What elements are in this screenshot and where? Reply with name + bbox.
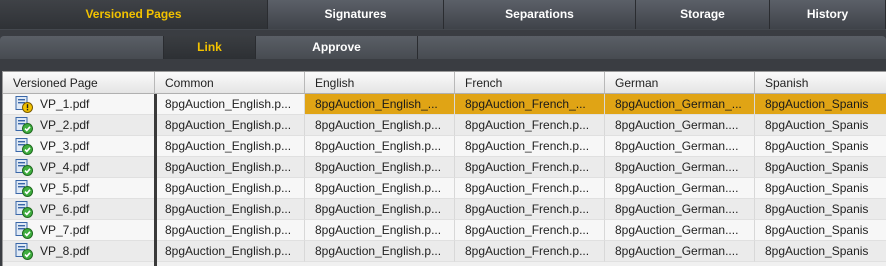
german-cell[interactable]: 8pgAuction_German....	[605, 220, 755, 241]
german-cell[interactable]: 8pgAuction_German_...	[605, 94, 755, 115]
versioned-page-cell[interactable]: VP_7.pdf	[3, 220, 155, 241]
sub-tab-bar: Link Approve	[0, 32, 886, 60]
column-header-versioned-page[interactable]: Versioned Page	[3, 72, 155, 94]
versioned-page-cell[interactable]: VP_5.pdf	[3, 178, 155, 199]
french-cell[interactable]: 8pgAuction_French.p...	[455, 157, 605, 178]
table-row[interactable]: VP_2.pdf 8pgAuction_English.p... 8pgAuctio…	[3, 115, 886, 136]
german-cell[interactable]: 8pgAuction_German....	[605, 241, 755, 262]
french-cell[interactable]: 8pgAuction_French.p...	[455, 199, 605, 220]
frozen-column-divider[interactable]	[154, 94, 157, 266]
page-check-icon	[15, 138, 33, 155]
spanish-cell[interactable]: 8pgAuction_Spanis	[755, 199, 886, 220]
table-row[interactable]: VP_7.pdf 8pgAuction_English.p... 8pgAuctio…	[3, 220, 886, 241]
table-row[interactable]: VP_5.pdf 8pgAuction_English.p... 8pgAuctio…	[3, 178, 886, 199]
spanish-cell[interactable]: 8pgAuction_Spanis	[755, 115, 886, 136]
french-cell[interactable]: 8pgAuction_French.p...	[455, 220, 605, 241]
french-cell[interactable]: 8pgAuction_French_...	[455, 94, 605, 115]
common-cell[interactable]: 8pgAuction_English.p...	[155, 220, 305, 241]
spanish-cell[interactable]: 8pgAuction_Spanis	[755, 178, 886, 199]
versioned-page-cell[interactable]: VP_2.pdf	[3, 115, 155, 136]
main-tab-bar: Versioned Pages Signatures Separations S…	[0, 0, 886, 30]
sub-tab-spacer	[0, 36, 164, 59]
column-header-spanish[interactable]: Spanish	[755, 72, 886, 94]
versioned-page-cell[interactable]: VP_6.pdf	[3, 199, 155, 220]
page-check-icon	[15, 201, 33, 218]
page-check-icon	[15, 180, 33, 197]
versioned-page-cell[interactable]: VP_8.pdf	[3, 241, 155, 262]
common-cell[interactable]: 8pgAuction_English.p...	[155, 241, 305, 262]
page-check-icon	[15, 159, 33, 176]
column-header-french[interactable]: French	[455, 72, 605, 94]
tab-storage[interactable]: Storage	[636, 0, 770, 29]
common-cell[interactable]: 8pgAuction_English.p...	[155, 157, 305, 178]
tab-signatures[interactable]: Signatures	[268, 0, 444, 29]
file-name: VP_5.pdf	[40, 181, 90, 195]
versioned-page-cell[interactable]: VP_1.pdf	[3, 94, 155, 115]
versioned-pages-table: Versioned Page Common English French Ger…	[2, 71, 886, 266]
common-cell[interactable]: 8pgAuction_English.p...	[155, 94, 305, 115]
french-cell[interactable]: 8pgAuction_French.p...	[455, 115, 605, 136]
table-row[interactable]: VP_4.pdf 8pgAuction_English.p... 8pgAuctio…	[3, 157, 886, 178]
spanish-cell[interactable]: 8pgAuction_Spanis	[755, 157, 886, 178]
table-row[interactable]: VP_8.pdf 8pgAuction_English.p... 8pgAuctio…	[3, 241, 886, 262]
english-cell[interactable]: 8pgAuction_English.p...	[305, 178, 455, 199]
french-cell[interactable]: 8pgAuction_French.p...	[455, 136, 605, 157]
tab-history[interactable]: History	[770, 0, 886, 29]
common-cell[interactable]: 8pgAuction_English.p...	[155, 115, 305, 136]
file-name: VP_7.pdf	[40, 223, 90, 237]
french-cell[interactable]: 8pgAuction_French.p...	[455, 241, 605, 262]
file-name: VP_4.pdf	[40, 160, 90, 174]
table-row[interactable]: VP_1.pdf 8pgAuction_English.p... 8pgAuctio…	[3, 94, 886, 115]
subtab-approve[interactable]: Approve	[256, 36, 418, 59]
page-check-icon	[15, 222, 33, 239]
english-cell[interactable]: 8pgAuction_English.p...	[305, 220, 455, 241]
versioned-page-cell[interactable]: VP_3.pdf	[3, 136, 155, 157]
file-name: VP_2.pdf	[40, 118, 90, 132]
common-cell[interactable]: 8pgAuction_English.p...	[155, 136, 305, 157]
file-name: VP_8.pdf	[40, 244, 90, 258]
column-header-german[interactable]: German	[605, 72, 755, 94]
versioned-page-cell[interactable]: VP_4.pdf	[3, 157, 155, 178]
tab-versioned-pages[interactable]: Versioned Pages	[0, 0, 268, 29]
file-name: VP_6.pdf	[40, 202, 90, 216]
spanish-cell[interactable]: 8pgAuction_Spanis	[755, 220, 886, 241]
german-cell[interactable]: 8pgAuction_German....	[605, 115, 755, 136]
english-cell[interactable]: 8pgAuction_English.p...	[305, 199, 455, 220]
file-name: VP_1.pdf	[40, 97, 90, 111]
german-cell[interactable]: 8pgAuction_German....	[605, 157, 755, 178]
english-cell[interactable]: 8pgAuction_English.p...	[305, 136, 455, 157]
common-cell[interactable]: 8pgAuction_English.p...	[155, 178, 305, 199]
tab-separations[interactable]: Separations	[444, 0, 636, 29]
english-cell[interactable]: 8pgAuction_English_...	[305, 94, 455, 115]
common-cell[interactable]: 8pgAuction_English.p...	[155, 199, 305, 220]
french-cell[interactable]: 8pgAuction_French.p...	[455, 178, 605, 199]
table-row[interactable]: VP_6.pdf 8pgAuction_English.p... 8pgAuctio…	[3, 199, 886, 220]
page-check-icon	[15, 117, 33, 134]
column-header-common[interactable]: Common	[155, 72, 305, 94]
english-cell[interactable]: 8pgAuction_English.p...	[305, 157, 455, 178]
german-cell[interactable]: 8pgAuction_German....	[605, 136, 755, 157]
english-cell[interactable]: 8pgAuction_English.p...	[305, 115, 455, 136]
spanish-cell[interactable]: 8pgAuction_Spanis	[755, 94, 886, 115]
german-cell[interactable]: 8pgAuction_German....	[605, 178, 755, 199]
spanish-cell[interactable]: 8pgAuction_Spanis	[755, 241, 886, 262]
english-cell[interactable]: 8pgAuction_English.p...	[305, 241, 455, 262]
subtab-link[interactable]: Link	[164, 36, 256, 59]
page-check-icon	[15, 243, 33, 260]
german-cell[interactable]: 8pgAuction_German....	[605, 199, 755, 220]
file-name: VP_3.pdf	[40, 139, 90, 153]
table-row[interactable]: VP_3.pdf 8pgAuction_English.p... 8pgAuctio…	[3, 136, 886, 157]
spanish-cell[interactable]: 8pgAuction_Spanis	[755, 136, 886, 157]
page-warning-icon	[15, 96, 33, 113]
column-header-english[interactable]: English	[305, 72, 455, 94]
